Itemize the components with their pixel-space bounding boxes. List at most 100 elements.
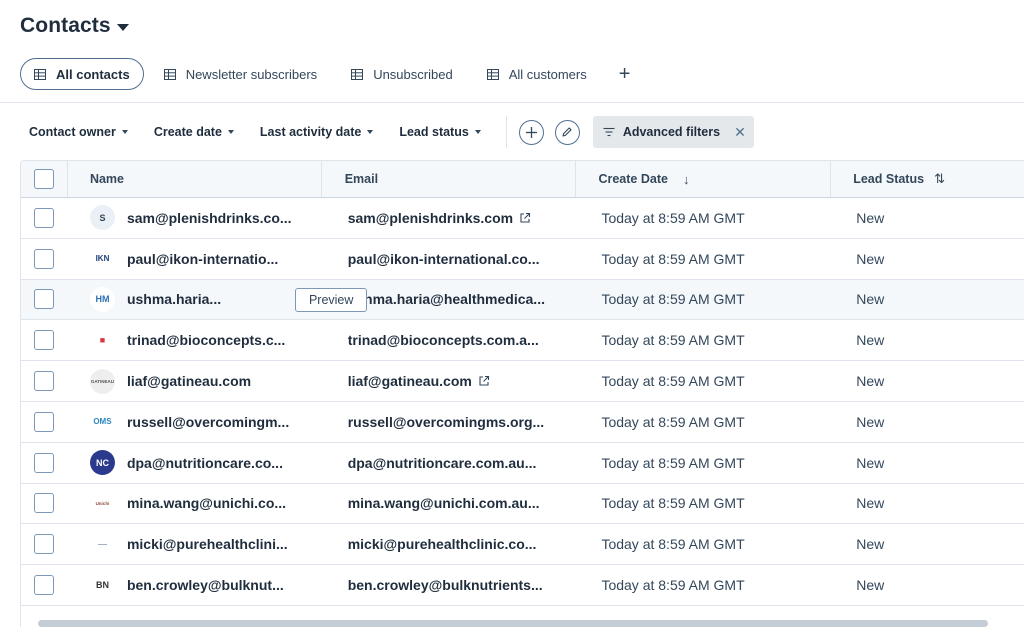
advanced-filters-button[interactable]: Advanced filters ✕	[592, 116, 754, 148]
table-row[interactable]: BN ben.crowley@bulknut... ben.crowley@bulk…	[21, 565, 1024, 606]
column-header-name[interactable]: Name	[68, 161, 322, 197]
close-icon[interactable]: ✕	[734, 124, 746, 141]
contact-name-link[interactable]: micki@purehealthclini...	[127, 536, 288, 552]
tab-label: Newsletter subscribers	[185, 66, 318, 82]
column-header-email[interactable]: Email	[322, 161, 577, 197]
contact-name-link[interactable]: dpa@nutritioncare.co...	[127, 455, 283, 471]
tab-all-contacts[interactable]: All contacts	[20, 58, 144, 90]
row-checkbox[interactable]	[34, 452, 55, 473]
lead-status-cell: New	[856, 209, 885, 226]
table-icon	[351, 68, 364, 80]
horizontal-scrollbar[interactable]	[38, 620, 988, 627]
chevron-down-icon[interactable]	[116, 23, 129, 31]
table-row[interactable]: HM ushma.haria... Preview ushma.haria@healt…	[21, 279, 1024, 321]
row-select-cell	[21, 361, 68, 401]
email-link[interactable]: ben.crowley@bulknutrients...	[348, 577, 543, 593]
table-icon	[486, 68, 499, 80]
email-cell: trinad@bioconcepts.com.a...	[322, 320, 577, 360]
chevron-down-icon	[474, 130, 481, 134]
row-checkbox[interactable]	[34, 411, 55, 432]
email-cell: dpa@nutritioncare.com.au...	[322, 443, 577, 483]
filter-label: Create date	[153, 125, 222, 139]
contact-name-link[interactable]: paul@ikon-internatio...	[127, 251, 278, 267]
lead-status-cell: New	[856, 495, 885, 512]
create-date-cell: Today at 8:59 AM GMT	[601, 250, 745, 267]
name-cell: Ssam@plenishdrinks.co...	[68, 198, 322, 238]
tab-unsubscribed[interactable]: Unsubscribed	[337, 58, 467, 90]
contact-name-link[interactable]: trinad@bioconcepts.c...	[127, 332, 285, 348]
table-row[interactable]: IKN paul@ikon-internatio... paul@ikon-inte…	[21, 238, 1024, 280]
row-select-cell	[21, 443, 68, 483]
external-link-icon[interactable]	[478, 375, 490, 387]
name-cell: BN ben.crowley@bulknut...	[68, 565, 322, 605]
row-checkbox[interactable]	[34, 248, 55, 269]
tab-newsletter-subscribers[interactable]: Newsletter subscribers	[150, 58, 332, 90]
table-row[interactable]: Ssam@plenishdrinks.co... sam@plenishdrink…	[21, 198, 1024, 239]
name-cell: — micki@purehealthclini...	[68, 524, 322, 564]
email-link[interactable]: russell@overcomingms.org...	[348, 414, 545, 430]
company-logo: OMS	[89, 409, 115, 435]
row-select-cell	[21, 239, 68, 279]
table-row[interactable]: Unichi mina.wang@unichi.co... mina.wang@un…	[21, 483, 1024, 525]
external-link-icon[interactable]	[519, 212, 531, 224]
company-logo: BN	[89, 572, 115, 598]
filter-label: Lead status	[399, 125, 469, 139]
email-link[interactable]: trinad@bioconcepts.com.a...	[348, 332, 539, 348]
contact-name-link[interactable]: russell@overcomingm...	[127, 414, 289, 430]
add-view-icon[interactable]: +	[619, 64, 631, 84]
row-checkbox[interactable]	[34, 575, 55, 596]
email-cell: ben.crowley@bulknutrients...	[322, 565, 577, 605]
contact-owner-filter[interactable]: Contact owner	[20, 116, 137, 148]
row-checkbox[interactable]	[34, 534, 55, 555]
row-checkbox[interactable]	[34, 289, 55, 310]
tab-all-customers[interactable]: All customers	[473, 58, 601, 90]
lead-status-cell: New	[856, 536, 885, 553]
create-date-cell: Today at 8:59 AM GMT	[601, 454, 745, 471]
email-link[interactable]: paul@ikon-international.co...	[348, 251, 540, 267]
lead-status-filter[interactable]: Lead status	[390, 116, 489, 148]
create-date-filter[interactable]: Create date	[145, 116, 243, 148]
last-activity-date-filter[interactable]: Last activity date	[251, 116, 382, 148]
row-checkbox[interactable]	[34, 330, 55, 351]
column-header-lead-status[interactable]: Lead Status ⇅	[831, 161, 1024, 197]
email-link[interactable]: liaf@gatineau.com	[348, 373, 472, 389]
name-cell: IKN paul@ikon-internatio...	[68, 239, 322, 279]
table-row[interactable]: — micki@purehealthclini... micki@purehealt…	[21, 524, 1024, 566]
divider	[0, 102, 1024, 103]
table-row[interactable]: GATINEAU liaf@gatineau.com liaf@gatineau.c…	[21, 361, 1024, 402]
table-row[interactable]: ■ trinad@bioconcepts.c... trinad@bioconcep…	[21, 320, 1024, 362]
email-link[interactable]: micki@purehealthclinic.co...	[348, 536, 537, 552]
row-checkbox[interactable]	[34, 207, 55, 228]
preview-button[interactable]: Preview	[294, 287, 368, 312]
email-link[interactable]: dpa@nutritioncare.com.au...	[348, 455, 537, 471]
add-filter-button[interactable]	[518, 119, 544, 145]
email-link[interactable]: sam@plenishdrinks.com	[348, 210, 513, 226]
name-cell: HM ushma.haria... Preview	[68, 280, 368, 320]
name-cell: OMS russell@overcomingm...	[68, 402, 322, 442]
select-all-checkbox[interactable]	[33, 169, 54, 189]
sort-icon[interactable]: ⇅	[934, 171, 945, 187]
contact-name-link[interactable]: ben.crowley@bulknut...	[127, 577, 284, 593]
contact-name-link[interactable]: mina.wang@unichi.co...	[127, 495, 286, 511]
row-checkbox[interactable]	[34, 371, 55, 392]
column-label: Email	[344, 172, 379, 186]
edit-filters-button[interactable]	[554, 119, 580, 145]
table-icon	[163, 68, 176, 80]
plus-icon	[525, 126, 537, 138]
email-cell: sam@plenishdrinks.com	[322, 198, 577, 238]
email-cell: paul@ikon-international.co...	[322, 239, 577, 279]
lead-status-cell: New	[856, 291, 885, 308]
contact-name-link[interactable]: liaf@gatineau.com	[127, 373, 251, 389]
column-header-create-date[interactable]: Create Date ↓	[576, 161, 832, 197]
email-link[interactable]: mina.wang@unichi.com.au...	[348, 495, 540, 511]
table-row[interactable]: NC dpa@nutritioncare.co... dpa@nutritionca…	[21, 442, 1024, 484]
sort-descending-icon[interactable]: ↓	[683, 172, 690, 187]
contact-name-link[interactable]: sam@plenishdrinks.co...	[127, 210, 292, 226]
contact-name-link[interactable]: ushma.haria...	[127, 291, 221, 307]
page-header[interactable]: Contacts	[20, 14, 129, 38]
email-link[interactable]: ushma.haria@healthmedica...	[348, 291, 545, 307]
row-checkbox[interactable]	[34, 493, 55, 514]
table-header: Name Email Create Date ↓ Lead Status ⇅	[21, 161, 1024, 198]
column-label: Name	[89, 172, 124, 186]
table-row[interactable]: OMS russell@overcomingm... russell@overcom…	[21, 401, 1024, 443]
